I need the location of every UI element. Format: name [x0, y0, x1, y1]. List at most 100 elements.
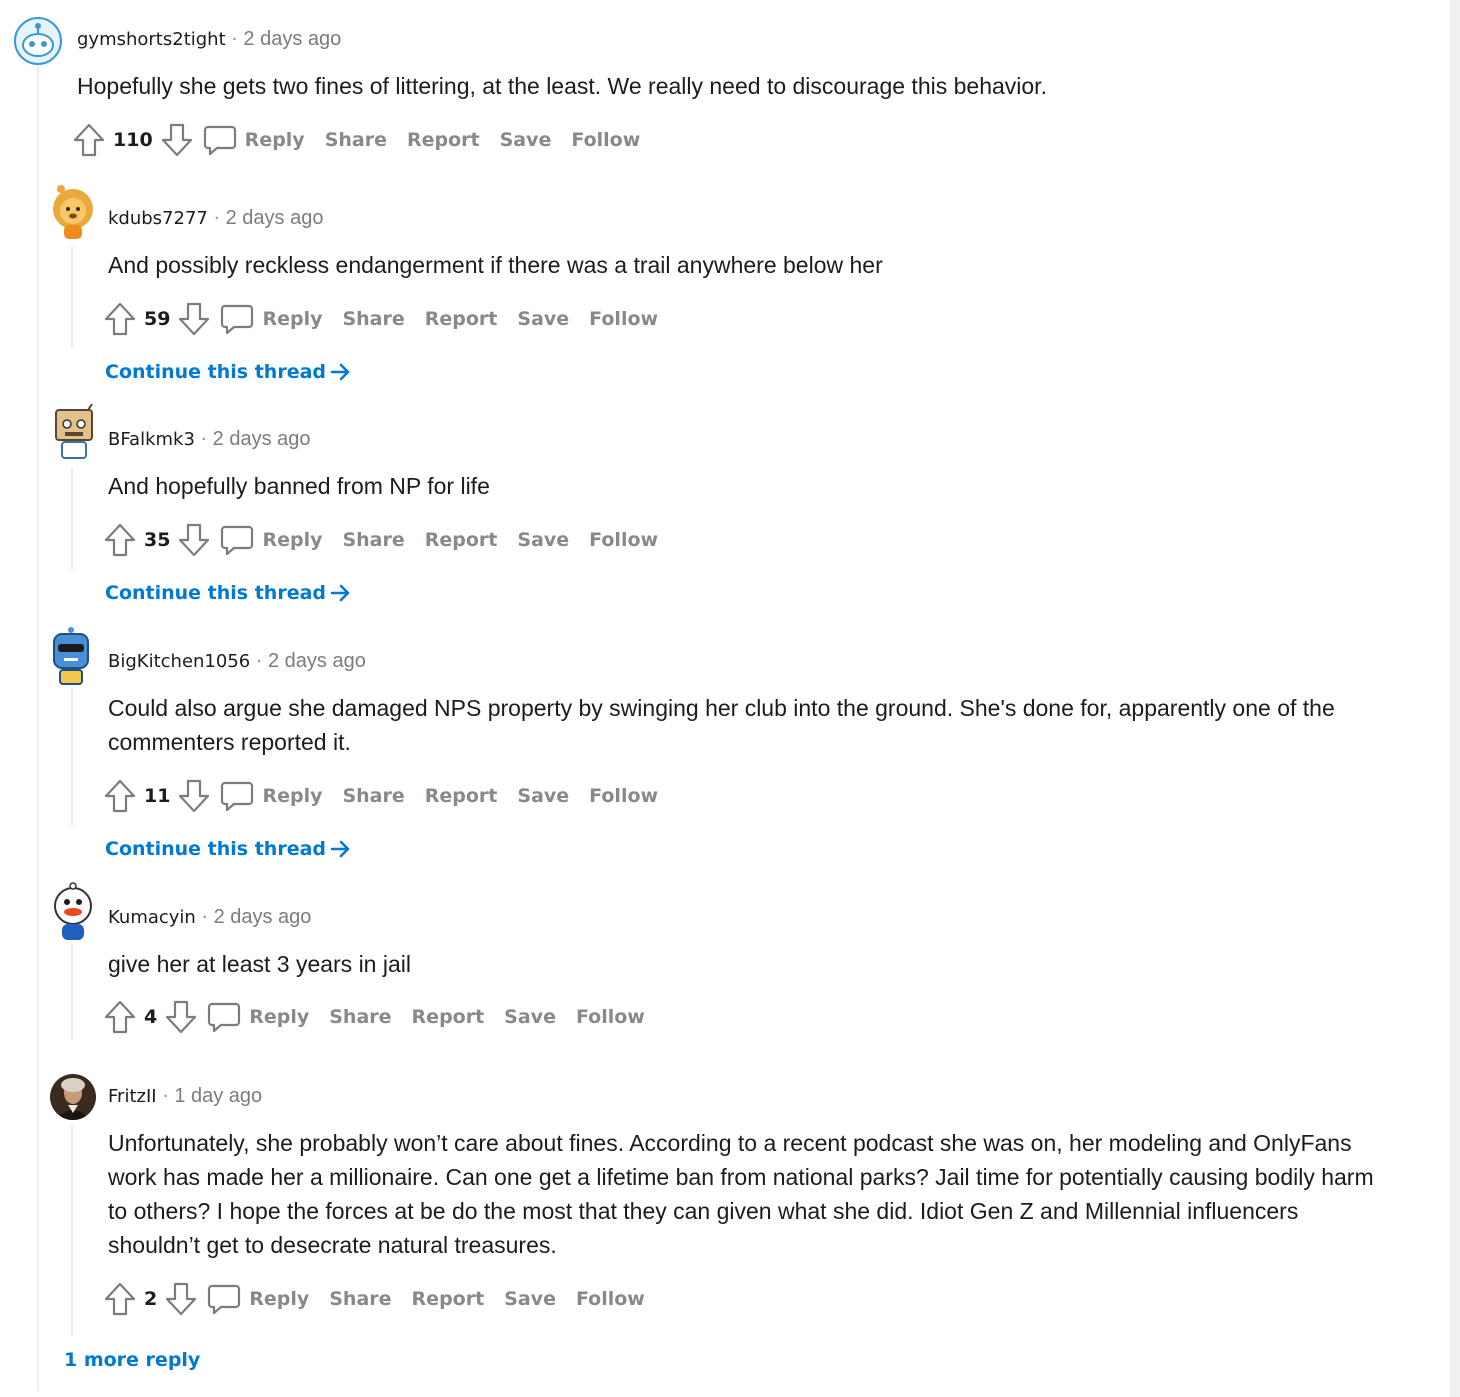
username[interactable]: Kumacyin: [108, 907, 196, 928]
separator-dot: ·: [200, 429, 207, 450]
thread-line-reply[interactable]: [71, 945, 73, 1040]
snoo-avatar-duck[interactable]: [48, 882, 98, 942]
upvote-arrow-icon[interactable]: [73, 123, 105, 157]
timestamp[interactable]: 1 day ago: [174, 1085, 262, 1108]
vote-score: 4: [144, 1006, 158, 1028]
follow-button[interactable]: Follow: [589, 785, 658, 807]
comment-actions: 35 Reply Share Report Save Follow: [104, 522, 658, 558]
upvote-arrow-icon[interactable]: [104, 523, 136, 557]
share-button[interactable]: Share: [342, 529, 404, 551]
comment-body: Could also argue she damaged NPS propert…: [108, 695, 1335, 755]
report-button[interactable]: Report: [412, 1006, 485, 1028]
share-button[interactable]: Share: [325, 129, 387, 151]
snoo-avatar-lion[interactable]: [47, 183, 99, 243]
report-button[interactable]: Report: [407, 129, 480, 151]
downvote-arrow-icon[interactable]: [161, 123, 193, 157]
vote-score: 11: [144, 785, 171, 807]
comment-bubble-icon[interactable]: [207, 1000, 241, 1034]
page-scrollbar-track[interactable]: [1450, 0, 1460, 1397]
share-button[interactable]: Share: [329, 1006, 391, 1028]
save-button[interactable]: Save: [517, 785, 569, 807]
snoo-avatar-sunglasses[interactable]: [46, 626, 96, 686]
reply-button[interactable]: Reply: [245, 129, 305, 151]
report-button[interactable]: Report: [425, 785, 498, 807]
arrow-right-icon: [330, 363, 350, 381]
comment-bubble-icon[interactable]: [203, 123, 237, 157]
separator-dot: ·: [162, 1086, 169, 1107]
report-button[interactable]: Report: [425, 529, 498, 551]
snoo-avatar-default[interactable]: [14, 17, 62, 65]
continue-thread-link[interactable]: Continue this thread: [105, 361, 352, 383]
username[interactable]: gymshorts2tight: [77, 29, 226, 50]
follow-button[interactable]: Follow: [571, 129, 640, 151]
save-button[interactable]: Save: [504, 1006, 556, 1028]
continue-thread-label: Continue this thread: [105, 838, 327, 860]
comment-bubble-icon[interactable]: [220, 302, 254, 336]
save-button[interactable]: Save: [517, 529, 569, 551]
snoo-avatar-box-robot[interactable]: [48, 404, 98, 464]
timestamp[interactable]: 2 days ago: [214, 906, 312, 929]
vote-score: 35: [144, 529, 171, 551]
upvote-arrow-icon[interactable]: [104, 1282, 136, 1316]
continue-thread-label: Continue this thread: [105, 361, 327, 383]
continue-thread-label: Continue this thread: [105, 582, 327, 604]
separator-dot: ·: [213, 208, 220, 229]
separator-dot: ·: [256, 651, 262, 672]
comment-bubble-icon[interactable]: [220, 523, 254, 557]
continue-thread-link[interactable]: Continue this thread: [105, 582, 352, 604]
upvote-arrow-icon[interactable]: [104, 302, 136, 336]
follow-button[interactable]: Follow: [576, 1006, 645, 1028]
timestamp[interactable]: 2 days ago: [268, 650, 366, 673]
comment-actions: 110 Reply Share Report Save Follow: [73, 122, 640, 158]
comment-bubble-icon[interactable]: [207, 1282, 241, 1316]
arrow-right-icon: [330, 840, 350, 858]
username[interactable]: BigKitchen1056: [108, 651, 250, 672]
share-button[interactable]: Share: [342, 785, 404, 807]
downvote-arrow-icon[interactable]: [178, 523, 210, 557]
username[interactable]: kdubs7277: [108, 208, 208, 229]
separator-dot: ·: [201, 907, 208, 928]
thread-line-root[interactable]: [37, 66, 39, 1391]
timestamp[interactable]: 2 days ago: [213, 428, 311, 451]
comment-bubble-icon[interactable]: [220, 779, 254, 813]
upvote-arrow-icon[interactable]: [104, 779, 136, 813]
save-button[interactable]: Save: [517, 308, 569, 330]
portrait-avatar[interactable]: [49, 1073, 97, 1121]
timestamp[interactable]: 2 days ago: [226, 207, 324, 230]
share-button[interactable]: Share: [329, 1288, 391, 1310]
reply-button[interactable]: Reply: [262, 785, 322, 807]
reply-button[interactable]: Reply: [262, 529, 322, 551]
follow-button[interactable]: Follow: [576, 1288, 645, 1310]
comment-body: give her at least 3 years in jail: [108, 951, 411, 977]
continue-thread-link[interactable]: Continue this thread: [105, 838, 352, 860]
vote-score: 59: [144, 308, 171, 330]
thread-line-reply[interactable]: [71, 1125, 73, 1335]
thread-line-reply[interactable]: [71, 467, 73, 570]
upvote-arrow-icon[interactable]: [104, 1000, 136, 1034]
follow-button[interactable]: Follow: [589, 308, 658, 330]
reply-button[interactable]: Reply: [249, 1006, 309, 1028]
username[interactable]: BFalkmk3: [108, 429, 195, 450]
thread-line-reply[interactable]: [71, 688, 73, 826]
comment-body: And possibly reckless endangerment if th…: [108, 252, 883, 278]
downvote-arrow-icon[interactable]: [178, 779, 210, 813]
username[interactable]: FritzII: [108, 1086, 157, 1107]
more-replies-link[interactable]: 1 more reply: [64, 1349, 200, 1371]
comment-actions: 59 Reply Share Report Save Follow: [104, 301, 658, 337]
downvote-arrow-icon[interactable]: [165, 1282, 197, 1316]
arrow-right-icon: [330, 584, 350, 602]
thread-line-reply[interactable]: [71, 246, 73, 348]
timestamp[interactable]: 2 days ago: [243, 28, 341, 51]
report-button[interactable]: Report: [412, 1288, 485, 1310]
share-button[interactable]: Share: [342, 308, 404, 330]
downvote-arrow-icon[interactable]: [178, 302, 210, 336]
comment-actions: 4 Reply Share Report Save Follow: [104, 999, 645, 1035]
reply-button[interactable]: Reply: [249, 1288, 309, 1310]
save-button[interactable]: Save: [504, 1288, 556, 1310]
reply-button[interactable]: Reply: [262, 308, 322, 330]
comment-body: Hopefully she gets two fines of litterin…: [77, 73, 1047, 99]
report-button[interactable]: Report: [425, 308, 498, 330]
save-button[interactable]: Save: [500, 129, 552, 151]
downvote-arrow-icon[interactable]: [165, 1000, 197, 1034]
follow-button[interactable]: Follow: [589, 529, 658, 551]
